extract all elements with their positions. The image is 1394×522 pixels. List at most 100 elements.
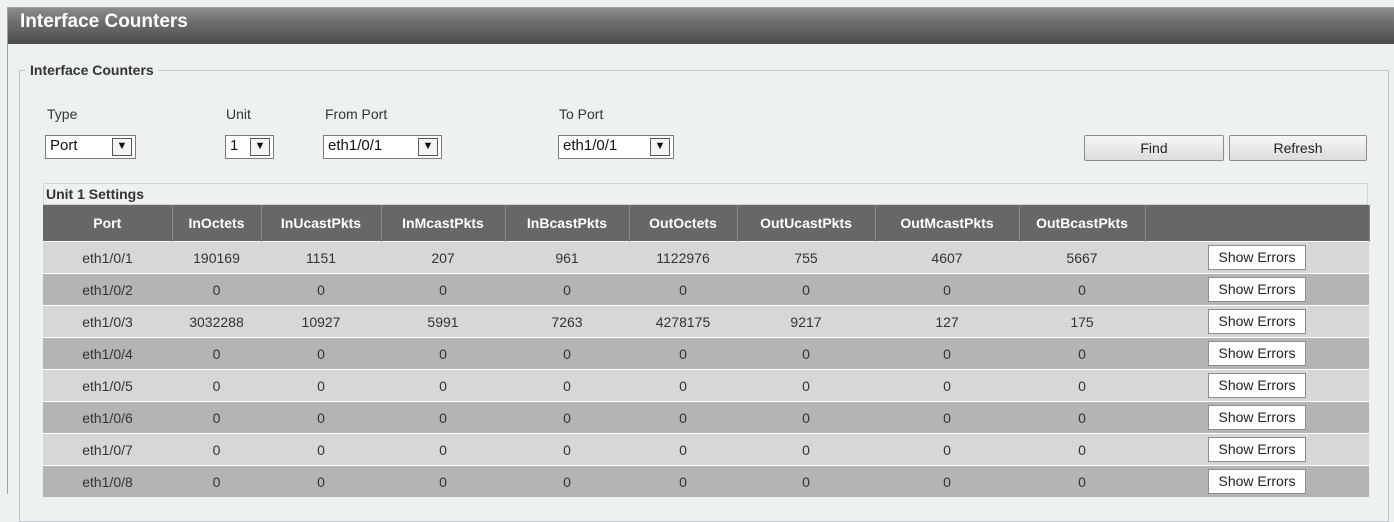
cell-port: eth1/0/2 [43, 273, 172, 306]
table-row: eth1/0/2 0 0 0 0 0 0 0 0 Show Errors [43, 273, 1369, 306]
column-header-outmcastpkts: OutMcastPkts [875, 205, 1020, 242]
cell-inoctets: 0 [172, 273, 261, 306]
show-errors-button[interactable]: Show Errors [1208, 405, 1306, 430]
cell-action: Show Errors [1145, 401, 1369, 434]
cell-outmcastpkts: 0 [875, 337, 1019, 370]
cell-inbcastpkts: 0 [505, 433, 629, 466]
cell-inucastpkts: 0 [261, 369, 381, 402]
cell-outbcastpkts: 175 [1019, 305, 1145, 338]
cell-inbcastpkts: 0 [505, 401, 629, 434]
counters-table: Port InOctets InUcastPkts InMcastPkts In… [43, 205, 1370, 497]
cell-inoctets: 0 [172, 337, 261, 370]
table-row: eth1/0/1 190169 1151 207 961 1122976 755 4607 56… [43, 241, 1369, 274]
cell-action: Show Errors [1145, 465, 1369, 497]
cell-action: Show Errors [1145, 369, 1369, 402]
cell-inmcastpkts: 0 [381, 369, 505, 402]
cell-inoctets: 0 [172, 401, 261, 434]
cell-outucastpkts: 0 [737, 273, 875, 306]
column-header-inmcastpkts: InMcastPkts [381, 205, 506, 242]
cell-action: Show Errors [1145, 305, 1369, 338]
cell-inoctets: 190169 [172, 241, 261, 274]
chevron-down-icon: ▼ [112, 138, 132, 156]
show-errors-button[interactable]: Show Errors [1208, 341, 1306, 366]
column-header-action [1145, 205, 1370, 242]
cell-outoctets: 0 [629, 273, 737, 306]
cell-outbcastpkts: 5667 [1019, 241, 1145, 274]
cell-port: eth1/0/6 [43, 401, 172, 434]
unit-select-value: 1 [230, 137, 239, 154]
cell-inucastpkts: 0 [261, 401, 381, 434]
cell-inoctets: 3032288 [172, 305, 261, 338]
cell-outoctets: 0 [629, 465, 737, 497]
unit-select[interactable]: 1 ▼ [225, 135, 274, 159]
cell-outbcastpkts: 0 [1019, 369, 1145, 402]
counters-table-body: eth1/0/1 190169 1151 207 961 1122976 755 4607 56… [43, 241, 1369, 497]
cell-outbcastpkts: 0 [1019, 273, 1145, 306]
refresh-button[interactable]: Refresh [1229, 135, 1367, 161]
from-port-select-value: eth1/0/1 [328, 137, 383, 154]
cell-inmcastpkts: 207 [381, 241, 505, 274]
column-header-outucastpkts: OutUcastPkts [737, 205, 876, 242]
column-header-outbcastpkts: OutBcastPkts [1019, 205, 1146, 242]
show-errors-button[interactable]: Show Errors [1208, 277, 1306, 302]
show-errors-button[interactable]: Show Errors [1208, 373, 1306, 398]
cell-outoctets: 0 [629, 433, 737, 466]
cell-outmcastpkts: 4607 [875, 241, 1019, 274]
table-row: eth1/0/7 0 0 0 0 0 0 0 0 Show Errors [43, 433, 1369, 466]
table-row: eth1/0/8 0 0 0 0 0 0 0 0 Show Errors [43, 465, 1369, 497]
cell-port: eth1/0/7 [43, 433, 172, 466]
cell-inoctets: 0 [172, 465, 261, 497]
cell-outbcastpkts: 0 [1019, 433, 1145, 466]
show-errors-button[interactable]: Show Errors [1208, 469, 1306, 494]
cell-outucastpkts: 755 [737, 241, 875, 274]
from-port-label: From Port [325, 106, 388, 122]
unit-label: Unit [226, 106, 251, 122]
type-select[interactable]: Port ▼ [45, 135, 136, 159]
cell-inbcastpkts: 961 [505, 241, 629, 274]
find-button[interactable]: Find [1084, 135, 1224, 161]
cell-inucastpkts: 0 [261, 337, 381, 370]
table-row: eth1/0/3 3032288 10927 5991 7263 4278175 9217 1… [43, 305, 1369, 338]
cell-port: eth1/0/5 [43, 369, 172, 402]
section-title: Unit 1 Settings [43, 183, 1368, 205]
table-row: eth1/0/5 0 0 0 0 0 0 0 0 Show Errors [43, 369, 1369, 402]
chevron-down-icon: ▼ [418, 138, 438, 156]
cell-outucastpkts: 0 [737, 401, 875, 434]
cell-inucastpkts: 1151 [261, 241, 381, 274]
cell-inoctets: 0 [172, 369, 261, 402]
cell-inucastpkts: 0 [261, 433, 381, 466]
cell-outucastpkts: 0 [737, 337, 875, 370]
cell-outoctets: 0 [629, 401, 737, 434]
to-port-select-value: eth1/0/1 [563, 137, 618, 154]
from-port-select[interactable]: eth1/0/1 ▼ [323, 135, 442, 159]
cell-inmcastpkts: 0 [381, 465, 505, 497]
cell-outmcastpkts: 127 [875, 305, 1019, 338]
cell-port: eth1/0/3 [43, 305, 172, 338]
column-header-inbcastpkts: InBcastPkts [505, 205, 630, 242]
table-header-row: Port InOctets InUcastPkts InMcastPkts In… [43, 205, 1370, 242]
page-title: Interface Counters [8, 8, 1394, 44]
cell-inmcastpkts: 0 [381, 401, 505, 434]
to-port-select[interactable]: eth1/0/1 ▼ [558, 135, 674, 159]
cell-inmcastpkts: 0 [381, 337, 505, 370]
cell-outucastpkts: 0 [737, 369, 875, 402]
show-errors-button[interactable]: Show Errors [1208, 309, 1306, 334]
cell-outmcastpkts: 0 [875, 433, 1019, 466]
show-errors-button[interactable]: Show Errors [1208, 437, 1306, 462]
cell-outbcastpkts: 0 [1019, 401, 1145, 434]
column-header-outoctets: OutOctets [629, 205, 738, 242]
cell-outmcastpkts: 0 [875, 369, 1019, 402]
cell-inoctets: 0 [172, 433, 261, 466]
cell-outbcastpkts: 0 [1019, 337, 1145, 370]
cell-inmcastpkts: 0 [381, 433, 505, 466]
show-errors-button[interactable]: Show Errors [1208, 245, 1306, 270]
cell-inucastpkts: 0 [261, 465, 381, 497]
cell-outmcastpkts: 0 [875, 401, 1019, 434]
cell-outucastpkts: 9217 [737, 305, 875, 338]
cell-inmcastpkts: 0 [381, 273, 505, 306]
column-header-inucastpkts: InUcastPkts [261, 205, 382, 242]
chevron-down-icon: ▼ [650, 138, 670, 156]
cell-outmcastpkts: 0 [875, 273, 1019, 306]
cell-port: eth1/0/4 [43, 337, 172, 370]
cell-outoctets: 1122976 [629, 241, 737, 274]
